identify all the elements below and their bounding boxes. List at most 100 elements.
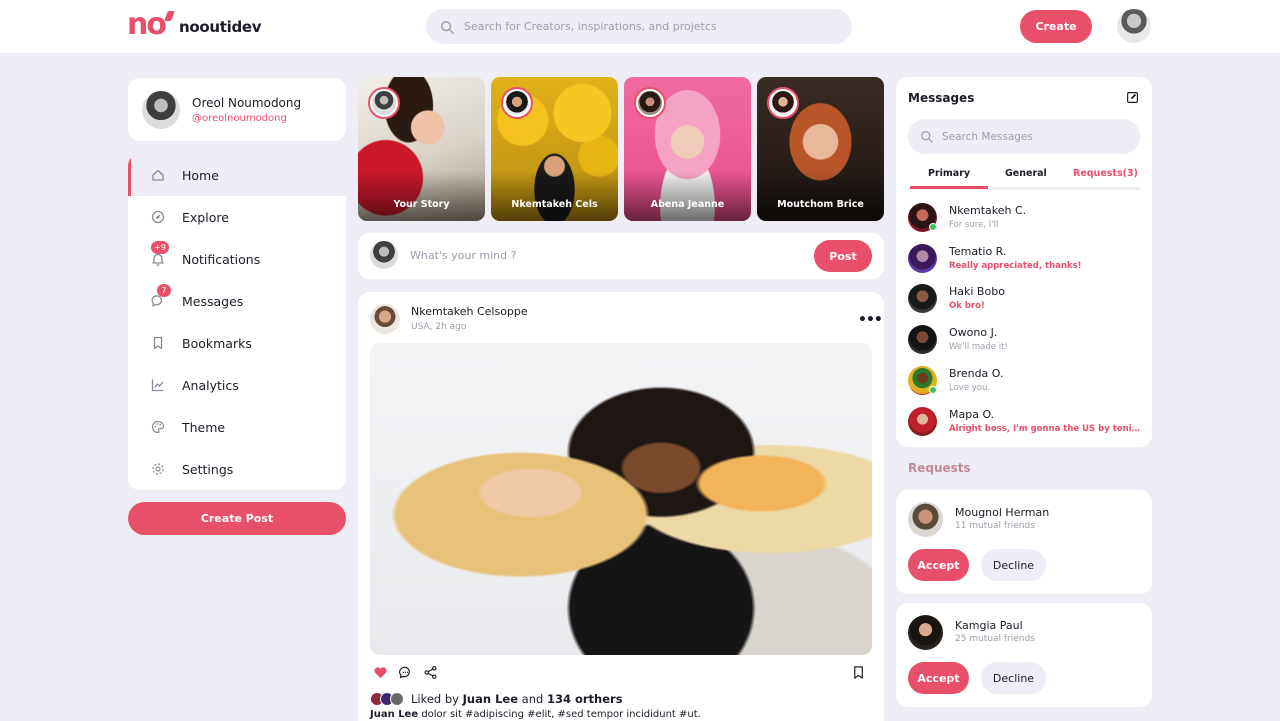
sidebar-item-analytics[interactable]: Analytics [128, 364, 346, 406]
profile-card[interactable]: Oreol Noumodong @oreolnoumodong [128, 78, 346, 141]
request-avatar[interactable] [908, 615, 943, 650]
message-item[interactable]: Haki Bobo Ok bro! [908, 282, 1140, 316]
compass-icon [151, 210, 165, 224]
sidebar-item-theme[interactable]: Theme [128, 406, 346, 448]
feed-post: Nkemtakeh Celsoppe USA, 2h ago ••• Liked… [358, 292, 884, 721]
story-label: Your Story [393, 199, 450, 210]
story-card[interactable]: Nkemtakeh Cels [491, 77, 618, 221]
search-input[interactable]: Search for Creators, inspirations, and p… [426, 9, 852, 44]
message-item[interactable]: Mapa O. Alright boss, I'm gonna the US b… [908, 405, 1141, 439]
logo[interactable]: no nooutidev [127, 7, 262, 43]
search-icon [441, 20, 454, 34]
message-avatar [908, 325, 937, 354]
sidebar-item-label: Explore [182, 209, 229, 225]
sidebar-item-home[interactable]: Home [128, 154, 346, 196]
sidebar-item-notifications[interactable]: +9 Notifications [128, 238, 346, 280]
story-avatar [368, 87, 400, 119]
message-name: Owono J. [949, 326, 998, 339]
message-preview: We'll made it! [949, 342, 1008, 352]
profile-name: Oreol Noumodong [192, 95, 302, 110]
profile-avatar [142, 90, 180, 129]
home-icon [152, 169, 164, 181]
comment-icon[interactable] [398, 665, 413, 680]
search-icon [920, 130, 933, 143]
messages-badge: 7 [157, 284, 171, 297]
more-options-icon[interactable]: ••• [858, 312, 883, 328]
messages-tabs: Primary General Requests(3) [908, 166, 1140, 190]
message-item[interactable]: Brenda O. Love you. [908, 364, 1140, 398]
composer-avatar [370, 241, 398, 269]
palette-icon [151, 420, 165, 434]
post-button[interactable]: Post [814, 240, 872, 272]
liked-name[interactable]: Juan Lee [463, 692, 518, 706]
accept-button[interactable]: Accept [908, 549, 969, 581]
create-post-button[interactable]: Create Post [128, 502, 346, 535]
edit-icon[interactable] [1126, 91, 1139, 104]
sidebar-item-label: Messages [182, 293, 244, 309]
caption-author[interactable]: Juan Lee [370, 709, 418, 720]
caption-text: dolor sit #adipiscing #elit, #sed tempor… [421, 709, 701, 720]
sidebar-item-label: Theme [182, 419, 226, 435]
search-placeholder: Search for Creators, inspirations, and p… [464, 20, 717, 33]
liked-by: Liked by Juan Lee and 134 orthers [370, 692, 623, 706]
story-avatar [501, 87, 533, 119]
messages-search-input[interactable]: Search Messages [908, 119, 1140, 154]
author-avatar[interactable] [370, 304, 400, 334]
sidebar-item-explore[interactable]: Explore [128, 196, 346, 238]
message-name: Nkemtakeh C. [949, 204, 1027, 217]
story-label: Moutchom Brice [777, 199, 864, 210]
liked-count[interactable]: 134 orthers [547, 692, 623, 706]
messages-title: Messages [908, 91, 975, 105]
accept-button[interactable]: Accept [908, 662, 969, 694]
story-card[interactable]: Your Story [358, 77, 485, 221]
story-card[interactable]: Moutchom Brice [757, 77, 884, 221]
message-avatar [908, 244, 937, 273]
decline-button[interactable]: Decline [981, 549, 1046, 581]
message-preview: Love you. [949, 383, 991, 393]
tab-general[interactable]: General [1005, 168, 1047, 179]
message-name: Haki Bobo [949, 285, 1005, 298]
liked-prefix: Liked by [411, 692, 459, 706]
story-label: Abena Jeanne [650, 199, 725, 210]
tab-primary[interactable]: Primary [909, 168, 989, 189]
messages-panel: Messages Search Messages Primary General… [896, 77, 1152, 447]
story-avatar [634, 87, 666, 119]
message-item[interactable]: Tematio R. Really appreciated, thanks! [908, 242, 1140, 276]
sidebar-item-bookmarks[interactable]: Bookmarks [128, 322, 346, 364]
sidebar-item-label: Notifications [182, 251, 261, 267]
story-card[interactable]: Abena Jeanne [624, 77, 751, 221]
composer-input[interactable]: What's your mind ? [410, 249, 516, 262]
sidebar-item-settings[interactable]: Settings [128, 448, 346, 490]
post-composer: What's your mind ? Post [358, 233, 884, 279]
requests-title: Requests [908, 461, 971, 475]
decline-button[interactable]: Decline [981, 662, 1046, 694]
share-icon[interactable] [423, 665, 438, 680]
request-name[interactable]: Kamgia Paul [955, 619, 1023, 632]
message-avatar [908, 284, 937, 313]
message-name: Brenda O. [949, 367, 1004, 380]
bookmark-icon[interactable] [851, 665, 866, 680]
user-avatar[interactable] [1117, 9, 1151, 43]
notifications-badge: +9 [151, 241, 169, 254]
post-author[interactable]: Nkemtakeh Celsoppe [411, 305, 528, 318]
liked-and: and [521, 692, 544, 706]
sidebar-item-label: Bookmarks [182, 335, 252, 351]
sidebar-item-label: Home [182, 167, 219, 183]
create-button[interactable]: Create [1020, 10, 1092, 43]
post-meta: USA, 2h ago [411, 322, 467, 332]
message-item[interactable]: Owono J. We'll made it! [908, 323, 1140, 357]
chart-icon [151, 379, 164, 392]
request-avatar[interactable] [908, 502, 943, 537]
request-mutual: 25 mutual friends [955, 634, 1035, 644]
story-label: Nkemtakeh Cels [511, 199, 598, 210]
request-name[interactable]: Mougnol Herman [955, 506, 1049, 519]
tab-requests[interactable]: Requests(3) [1073, 168, 1138, 179]
message-item[interactable]: Nkemtakeh C. For sure, I'll [908, 201, 1140, 235]
gear-icon [152, 463, 164, 475]
message-preview: For sure, I'll [949, 220, 999, 230]
sidebar-item-messages[interactable]: 7 Messages [128, 280, 346, 322]
request-card: Kamgia Paul 25 mutual friends Accept Dec… [896, 603, 1152, 707]
heart-icon[interactable] [373, 665, 388, 680]
liked-avatars [370, 692, 406, 706]
profile-handle: @oreolnoumodong [192, 112, 287, 124]
